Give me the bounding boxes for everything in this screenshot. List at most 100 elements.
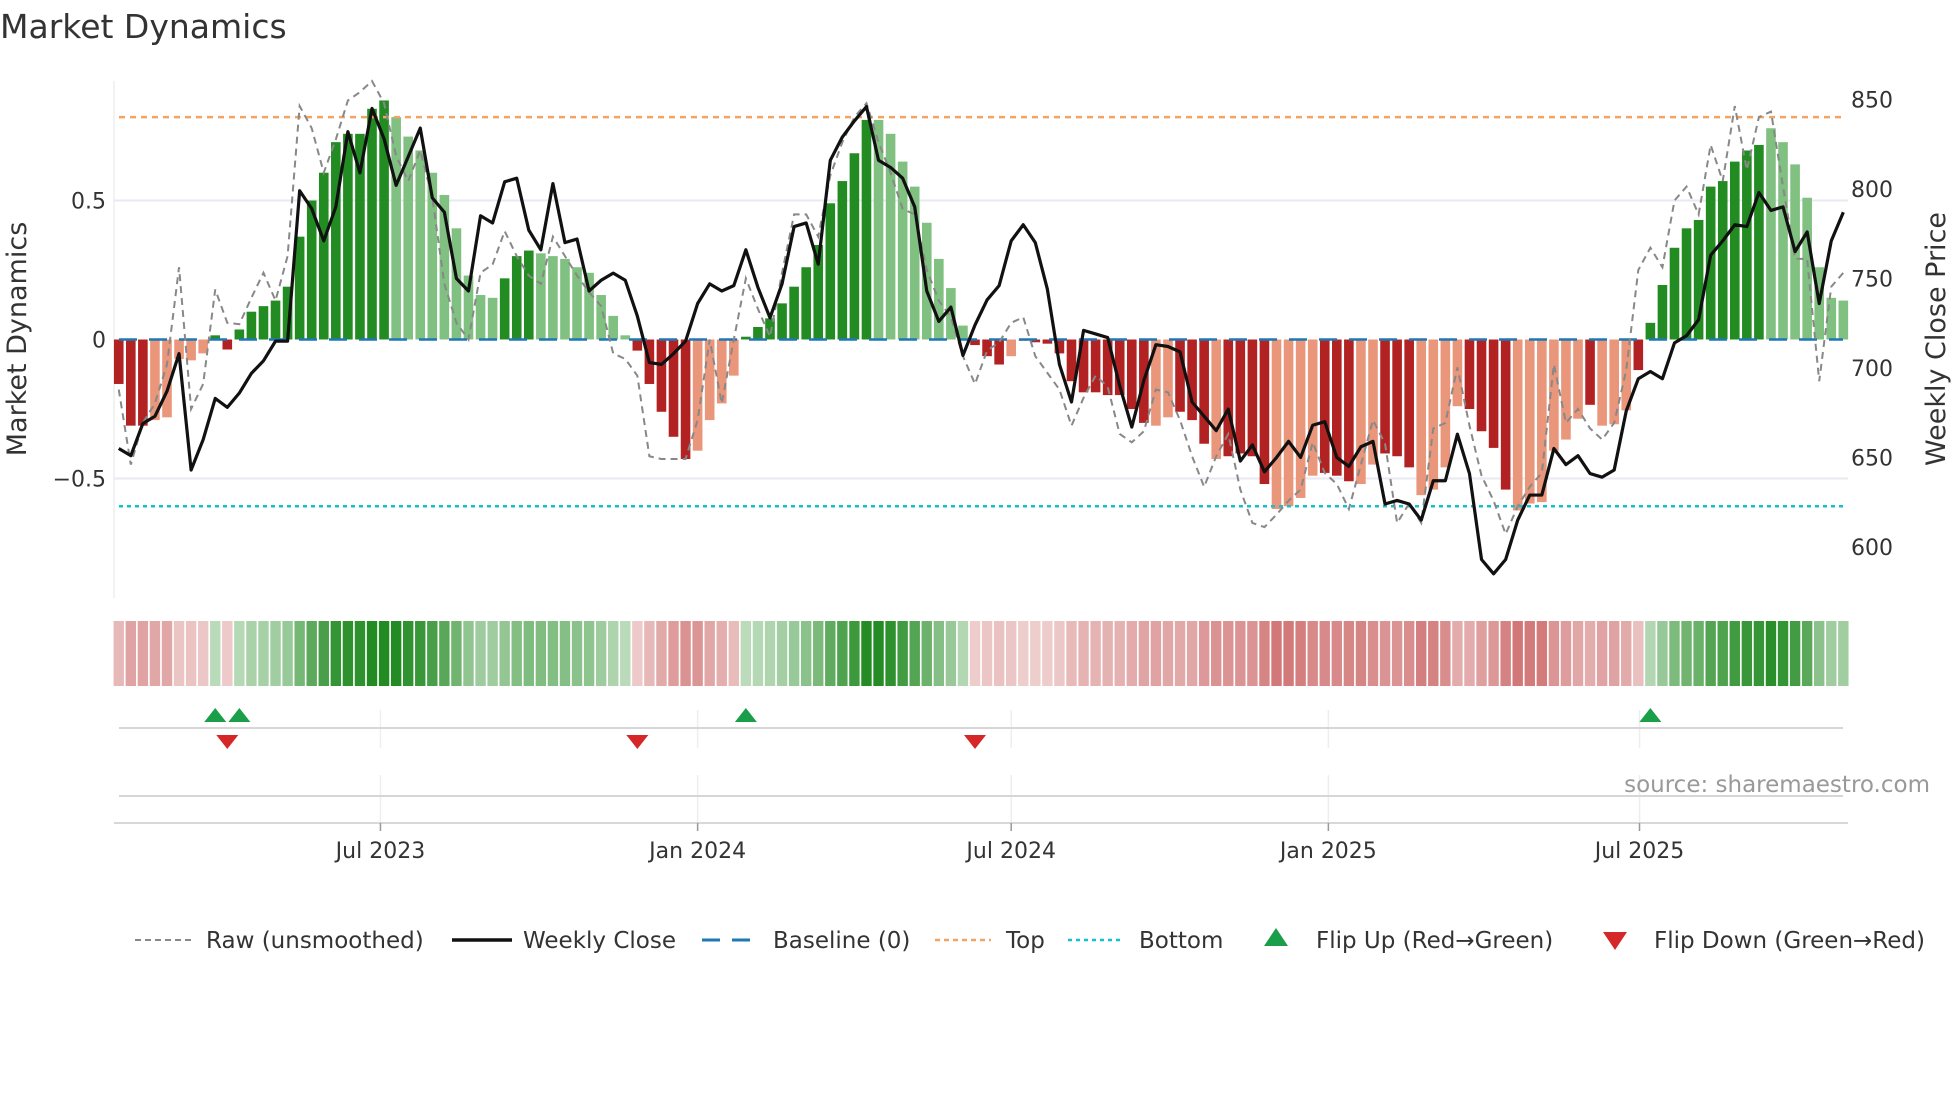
flip-up-marker [204,708,227,722]
heat-cell [1765,621,1777,686]
heat-cell [1814,621,1825,686]
momentum-bar [511,256,522,340]
heat-cell [210,621,221,686]
momentum-bar [113,339,124,384]
momentum-bar [222,339,233,350]
momentum-bar [620,335,631,340]
momentum-bar [1500,339,1511,490]
heat-cell [1090,621,1101,686]
heat-cell [1331,621,1343,686]
heat-cell [1476,621,1487,686]
heat-cell [258,621,269,686]
heat-cell [1211,621,1222,686]
heat-cell [523,621,534,686]
heat-cell [740,621,752,686]
momentum-bar [801,267,811,340]
heat-cell [1705,621,1716,686]
momentum-bar [548,256,558,340]
x-tick-label: Jul 2024 [964,839,1056,864]
heat-cell [873,621,884,686]
heat-cell [1102,621,1113,686]
heat-cell [680,621,691,686]
heat-cell [1367,621,1379,686]
heat-cell [981,621,993,686]
heat-cell [354,621,366,686]
heat-cell [632,621,643,686]
heat-cell [511,621,522,686]
flip-up-marker [734,708,757,722]
flip-down-marker [964,735,987,749]
heat-cell [547,621,559,686]
legend-label: Top [1005,928,1045,954]
heat-cell [668,621,679,686]
heat-cell [1536,621,1548,686]
main-plot: 0.5 0 −0.5 850 800 750 700 650 600 Market Dynam… [2,79,1952,598]
momentum-bar [1802,197,1812,340]
heat-cell [137,621,149,686]
momentum-bar [560,258,570,340]
heat-cell [1657,621,1668,686]
momentum-bar [1428,339,1439,490]
momentum-bar [837,181,848,340]
heat-cell [861,621,872,686]
momentum-bar [1307,339,1318,476]
legend-flip-down-icon [1603,932,1627,950]
left-y-ticks: 0.5 0 −0.5 [53,190,106,493]
heat-cell [463,621,474,686]
heat-cell [1548,621,1560,686]
heat-cell [342,621,354,686]
momentum-bar [1585,339,1595,405]
x-tick-label: Jan 2024 [647,839,746,864]
heat-cell [1681,621,1692,686]
right-axis-title: Weekly Close Price [1921,212,1952,466]
flip-up-marker [1639,708,1662,722]
heat-cell [1126,621,1137,686]
momentum-bar [632,339,643,351]
heat-cell [1138,621,1150,686]
heat-cell [897,621,908,686]
momentum-bar [1657,285,1668,340]
heat-cell [716,621,727,686]
momentum-bar [1464,339,1475,409]
heat-cell [608,621,619,686]
heat-cell [1524,621,1535,686]
momentum-bar [1126,339,1137,409]
momentum-bar [1512,339,1523,511]
heat-cell [1379,621,1391,686]
momentum-bar [704,339,715,421]
heat-cell [125,621,137,686]
heat-cell [222,621,233,686]
heat-cell [656,621,667,686]
heat-cell [1621,621,1632,686]
heat-cell [885,621,896,686]
heat-cell [945,621,957,686]
right-y-tick-label: 600 [1851,536,1893,561]
heat-cell [1801,621,1813,686]
heat-cell [1355,621,1367,686]
momentum-bar [1199,339,1209,444]
momentum-bar [1729,161,1740,340]
flip-down-marker [216,735,239,749]
right-y-tick-label: 650 [1851,446,1893,471]
market-dynamics-chart: Market Dynamics 0.5 0 −0.5 850 800 750 700 650… [0,7,1952,954]
heat-cell [704,621,715,686]
heat-cell [439,621,450,686]
heat-cell [752,621,764,686]
heat-cell [571,621,583,686]
regime-heat-strip [113,621,1849,686]
heat-cell [1500,621,1511,686]
heat-cell [969,621,981,686]
heat-cell [1416,621,1427,686]
heat-cell [1271,621,1282,686]
heat-cell [451,621,462,686]
heat-cell [1608,621,1620,686]
heat-cell [1114,621,1125,686]
heat-cell [957,621,969,686]
heat-cell [427,621,438,686]
y-tick-label: 0 [92,329,106,354]
heat-cell [1693,621,1704,686]
flip-marker-panel: Jul 2023 Jan 2024 Jul 2024 Jan 2025 Jul 2025 [114,708,1848,864]
heat-cell [1247,621,1258,686]
heat-cell [728,621,740,686]
momentum-bar [1633,339,1644,371]
